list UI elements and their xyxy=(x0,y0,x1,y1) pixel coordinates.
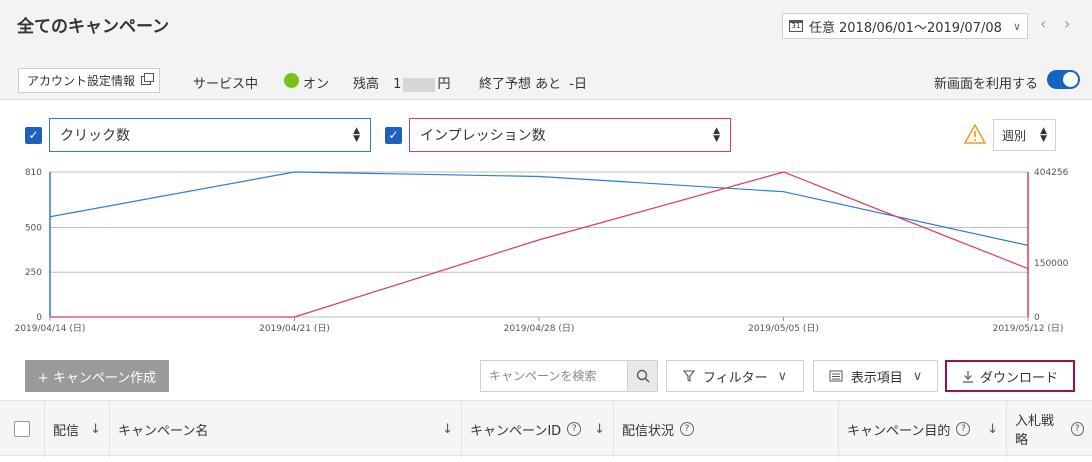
help-icon[interactable]: ? xyxy=(567,422,582,436)
select-arrows-icon: ▲ ▼ xyxy=(1040,126,1047,144)
secondary-metric-checkbox[interactable]: ✓ xyxy=(385,127,402,144)
y-left-tick-label: 0 xyxy=(36,313,42,323)
chevron-down-icon: ∨ xyxy=(912,368,923,384)
campaign-table-header: 配信 ↓ キャンペーン名 ↓ キャンペーンID ? ↓ 配信状況 ? キャンペー… xyxy=(0,400,1092,457)
warning-icon xyxy=(964,124,986,144)
balance-label: 残高 xyxy=(353,77,380,92)
balance-masked xyxy=(403,77,436,92)
date-range-value: 2018/06/01〜2019/07/08 xyxy=(839,20,1002,36)
column-campaign-objective[interactable]: キャンペーン目的 ? ↓ xyxy=(839,401,1007,457)
x-tick-label: 2019/04/28 (日) xyxy=(504,323,575,334)
columns-icon xyxy=(829,370,843,382)
x-tick-label: 2019/05/05 (日) xyxy=(748,323,819,334)
prev-period-icon[interactable]: ‹ xyxy=(1040,14,1046,33)
performance-chart: 0 250 500 810 0 150000 404256 2019/04/14 (日) 201… xyxy=(15,168,1069,334)
x-tick-label: 2019/04/21 (日) xyxy=(259,323,330,334)
primary-metric-select[interactable]: クリック数 ▲ ▼ xyxy=(49,118,371,152)
filter-icon xyxy=(682,370,695,382)
new-ui-label: 新画面を利用する xyxy=(934,77,1039,92)
page-title: 全てのキャンペーン xyxy=(17,17,170,37)
select-all-cell xyxy=(0,401,45,457)
service-label: サービス中 xyxy=(193,77,259,92)
search-input[interactable] xyxy=(481,361,627,391)
series-line-impressions xyxy=(50,171,1029,318)
column-label: 配信状況 xyxy=(622,423,675,439)
search-button[interactable] xyxy=(627,361,657,391)
y-left-tick-label: 500 xyxy=(25,223,42,233)
search-icon xyxy=(636,369,649,383)
x-tick-label: 2019/04/14 (日) xyxy=(15,323,86,334)
column-label: 入札戦略 xyxy=(1015,414,1055,448)
next-period-icon[interactable]: › xyxy=(1064,14,1070,33)
select-arrows-icon: ▲ ▼ xyxy=(353,126,360,144)
column-delivery[interactable]: 配信 ↓ xyxy=(45,401,110,457)
y-right-tick-label: 404256 xyxy=(1034,168,1069,178)
download-label: ダウンロード xyxy=(979,370,1058,386)
new-ui-toggle[interactable] xyxy=(1047,70,1080,89)
forecast-value: -日 xyxy=(569,77,587,92)
x-tick-label: 2019/05/12 (日) xyxy=(993,323,1064,334)
date-range-select[interactable]: 31 任意 2018/06/01〜2019/07/08 ∨ xyxy=(782,13,1028,39)
filter-button[interactable]: フィルター ∨ xyxy=(666,360,804,392)
help-icon[interactable]: ? xyxy=(1070,422,1084,436)
account-settings-label: アカウント設定情報 xyxy=(27,74,136,88)
balance-suffix: 円 xyxy=(437,77,451,92)
status-on-icon xyxy=(284,73,299,88)
column-label: 配信 xyxy=(53,423,80,439)
column-campaign-name[interactable]: キャンペーン名 ↓ xyxy=(110,401,462,457)
chevron-down-icon: ∨ xyxy=(777,368,788,384)
sort-arrow-icon[interactable]: ↓ xyxy=(987,422,998,437)
column-campaign-id[interactable]: キャンペーンID ? ↓ xyxy=(462,401,614,457)
calendar-icon: 31 xyxy=(789,20,803,32)
help-icon[interactable]: ? xyxy=(680,422,695,436)
secondary-metric-label: インプレッション数 xyxy=(420,128,546,144)
columns-button[interactable]: 表示項目 ∨ xyxy=(813,360,938,392)
filter-label: フィルター xyxy=(702,370,768,386)
y-left-tick-label: 810 xyxy=(25,168,42,178)
column-delivery-status[interactable]: 配信状況 ? xyxy=(614,401,839,457)
column-label: キャンペーンID xyxy=(470,423,562,439)
external-window-icon xyxy=(141,73,155,85)
help-icon[interactable]: ? xyxy=(956,422,971,436)
column-label: キャンペーン名 xyxy=(118,423,209,439)
sort-arrow-icon[interactable]: ↓ xyxy=(442,422,453,437)
y-right-tick-label: 0 xyxy=(1034,313,1040,323)
date-prefix: 任意 xyxy=(809,20,836,36)
balance: 残高 1 円 xyxy=(353,73,450,92)
secondary-metric-select[interactable]: インプレッション数 ▲ ▼ xyxy=(409,118,731,152)
series-line-clicks xyxy=(49,171,1029,246)
sort-arrow-icon[interactable]: ↓ xyxy=(90,422,101,437)
period-select[interactable]: 週別 ▲ ▼ xyxy=(993,119,1056,151)
service-status: オン xyxy=(303,77,330,92)
campaign-search[interactable] xyxy=(480,360,658,392)
column-label: キャンペーン目的 xyxy=(847,423,951,439)
period-label: 週別 xyxy=(1002,128,1027,143)
sort-arrow-icon[interactable]: ↓ xyxy=(594,422,605,437)
download-icon xyxy=(962,370,973,383)
select-arrows-icon: ▲ ▼ xyxy=(713,126,720,144)
chevron-down-icon: ∨ xyxy=(1012,19,1021,33)
forecast: 終了予想 あと -日 xyxy=(479,73,587,92)
column-bid-strategy[interactable]: 入札戦略 ? xyxy=(1007,401,1092,457)
y-right-tick-label: 150000 xyxy=(1034,259,1069,269)
forecast-label: 終了予想 あと xyxy=(479,77,562,92)
primary-metric-label: クリック数 xyxy=(60,128,130,144)
download-button[interactable]: ダウンロード xyxy=(945,360,1075,392)
page-header: 全てのキャンペーン 31 任意 2018/06/01〜2019/07/08 ∨ … xyxy=(0,0,1092,100)
columns-label: 表示項目 xyxy=(850,370,903,386)
select-all-checkbox[interactable] xyxy=(14,421,30,437)
create-campaign-button[interactable]: + キャンペーン作成 xyxy=(25,360,169,392)
y-left-tick-label: 250 xyxy=(25,268,42,278)
primary-metric-checkbox[interactable]: ✓ xyxy=(25,127,42,144)
account-settings-button[interactable]: アカウント設定情報 xyxy=(18,68,161,93)
balance-prefix: 1 xyxy=(393,77,402,92)
